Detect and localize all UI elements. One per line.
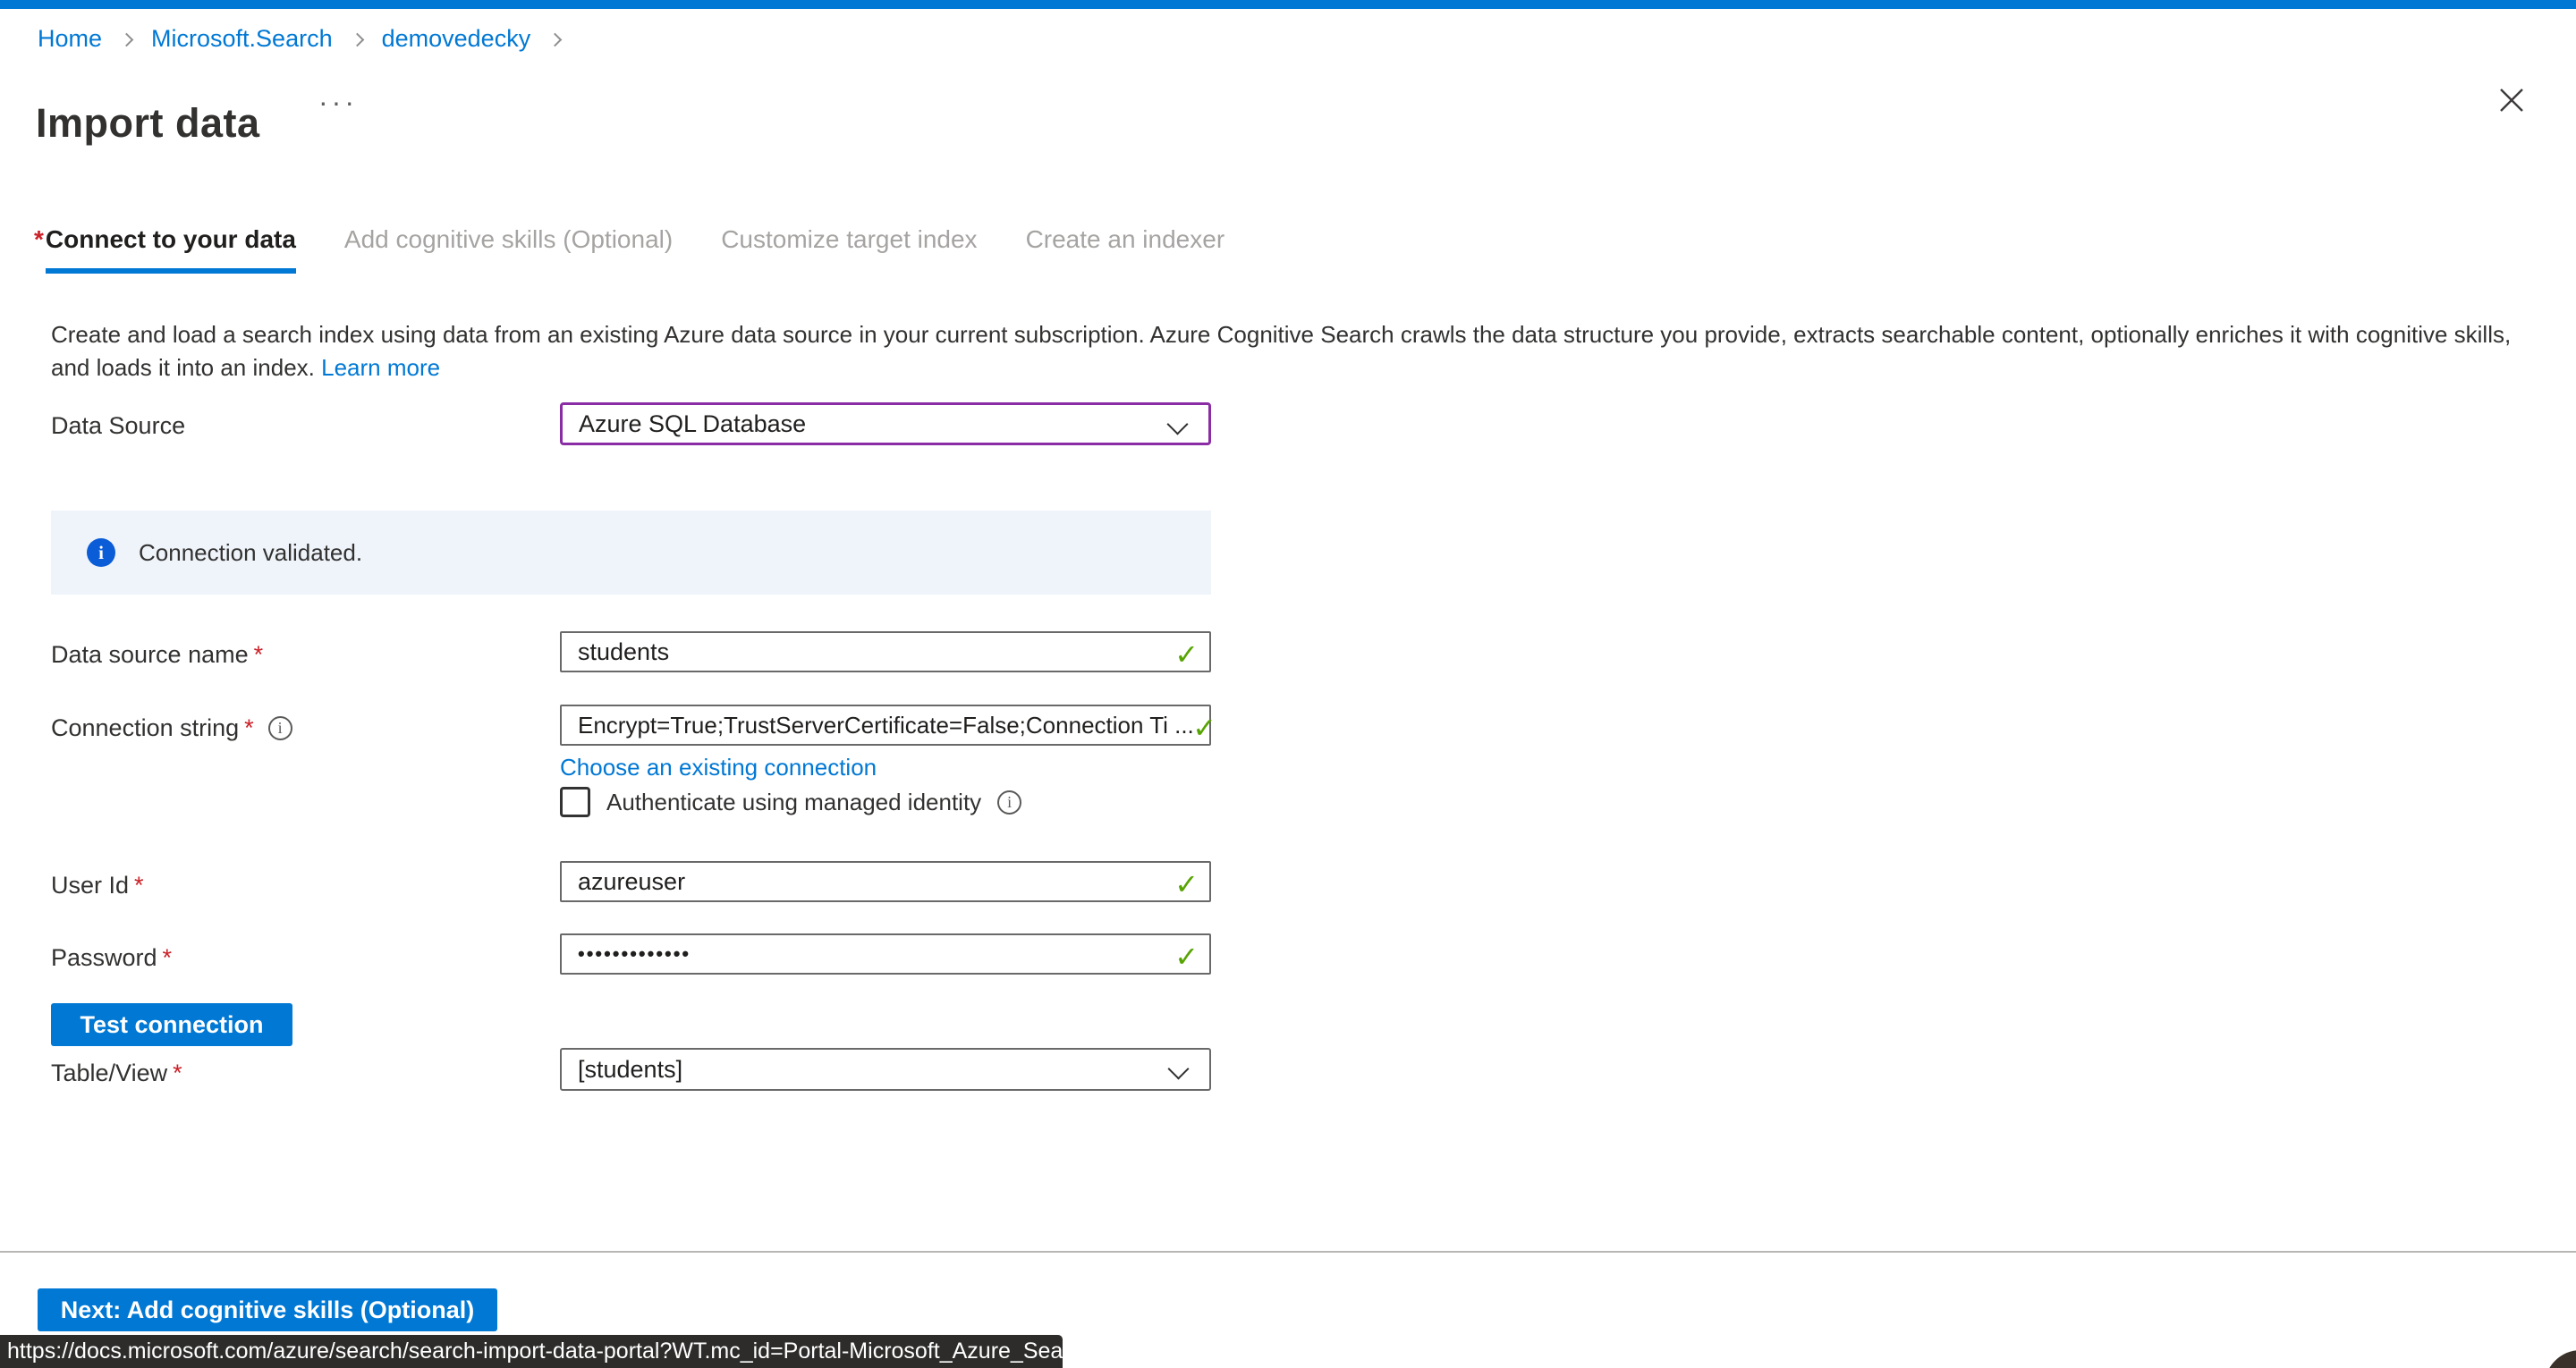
test-connection-button[interactable]: Test connection — [51, 1003, 292, 1046]
page-title: Import data — [36, 100, 260, 147]
breadcrumb-microsoft-search[interactable]: Microsoft.Search — [151, 25, 333, 53]
link-status-bar: https://docs.microsoft.com/azure/search/… — [0, 1335, 1063, 1368]
data-source-name-label: Data source name* — [51, 641, 263, 669]
connection-validated-banner: i Connection validated. — [51, 511, 1211, 595]
next-add-cognitive-skills-button[interactable]: Next: Add cognitive skills (Optional) — [38, 1288, 497, 1331]
connection-string-input[interactable]: Encrypt=True;TrustServerCertificate=Fals… — [560, 705, 1211, 746]
data-source-select[interactable]: Azure SQL Database — [560, 402, 1211, 445]
learn-more-link[interactable]: Learn more — [321, 354, 440, 381]
chevron-right-icon — [120, 33, 134, 47]
required-marker: * — [34, 225, 44, 254]
chevron-right-icon — [350, 33, 364, 47]
data-source-name-input[interactable]: students ✓ — [560, 631, 1211, 672]
data-source-name-value: students — [578, 638, 669, 666]
required-marker: * — [173, 1060, 182, 1086]
tab-customize-target-index[interactable]: Customize target index — [721, 225, 977, 274]
chevron-down-icon — [1166, 413, 1188, 435]
breadcrumb: Home Microsoft.Search demovedecky — [38, 25, 560, 53]
tab-create-an-indexer[interactable]: Create an indexer — [1026, 225, 1225, 274]
required-marker: * — [244, 714, 254, 741]
more-options-icon[interactable]: ··· — [315, 82, 361, 122]
user-id-label: User Id* — [51, 872, 144, 899]
valid-check-icon: ✓ — [1174, 638, 1199, 671]
managed-identity-label: Authenticate using managed identity — [606, 789, 981, 816]
required-marker: * — [254, 641, 264, 668]
tab-label: Customize target index — [721, 225, 977, 274]
managed-identity-checkbox[interactable] — [560, 787, 590, 817]
info-icon[interactable]: i — [997, 790, 1021, 815]
connection-string-label: Connection string* i — [51, 714, 292, 742]
data-source-value: Azure SQL Database — [579, 410, 806, 438]
breadcrumb-demovedecky[interactable]: demovedecky — [382, 25, 531, 53]
required-marker: * — [134, 872, 144, 899]
tab-label: Connect to your data — [46, 225, 296, 274]
wizard-tabs: * Connect to your data Add cognitive ski… — [34, 225, 1224, 274]
top-accent-bar — [0, 0, 2576, 9]
table-view-label: Table/View* — [51, 1060, 182, 1087]
table-view-select[interactable]: [students] — [560, 1048, 1211, 1091]
password-input[interactable]: ••••••••••••• ✓ — [560, 933, 1211, 975]
info-icon[interactable]: i — [268, 716, 292, 740]
valid-check-icon: ✓ — [1192, 711, 1216, 745]
password-label: Password* — [51, 944, 172, 972]
banner-text: Connection validated. — [139, 539, 362, 567]
required-marker: * — [163, 944, 173, 971]
password-value: ••••••••••••• — [578, 942, 691, 966]
managed-identity-row: Authenticate using managed identity i — [560, 787, 1021, 817]
valid-check-icon: ✓ — [1174, 867, 1199, 901]
close-icon[interactable] — [2496, 84, 2528, 116]
table-view-value: [students] — [578, 1056, 682, 1084]
import-data-blade: Home Microsoft.Search demovedecky Import… — [0, 0, 2576, 1368]
user-id-input[interactable]: azureuser ✓ — [560, 861, 1211, 902]
tab-label: Create an indexer — [1026, 225, 1225, 274]
footer-divider — [0, 1251, 2576, 1253]
user-id-value: azureuser — [578, 868, 685, 896]
connection-string-value: Encrypt=True;TrustServerCertificate=Fals… — [578, 712, 1194, 739]
chevron-right-icon — [548, 33, 563, 47]
breadcrumb-home[interactable]: Home — [38, 25, 102, 53]
intro-text: Create and load a search index using dat… — [51, 318, 2538, 384]
tab-connect-to-your-data[interactable]: * Connect to your data — [34, 225, 296, 274]
tab-label: Add cognitive skills (Optional) — [344, 225, 673, 274]
choose-existing-connection-link[interactable]: Choose an existing connection — [560, 754, 877, 781]
data-source-label: Data Source — [51, 412, 185, 440]
status-url: https://docs.microsoft.com/azure/search/… — [7, 1338, 1094, 1364]
chevron-down-icon — [1167, 1058, 1189, 1079]
info-icon: i — [87, 538, 115, 567]
corner-overlay — [2545, 1350, 2576, 1368]
tab-add-cognitive-skills[interactable]: Add cognitive skills (Optional) — [344, 225, 673, 274]
valid-check-icon: ✓ — [1174, 940, 1199, 974]
